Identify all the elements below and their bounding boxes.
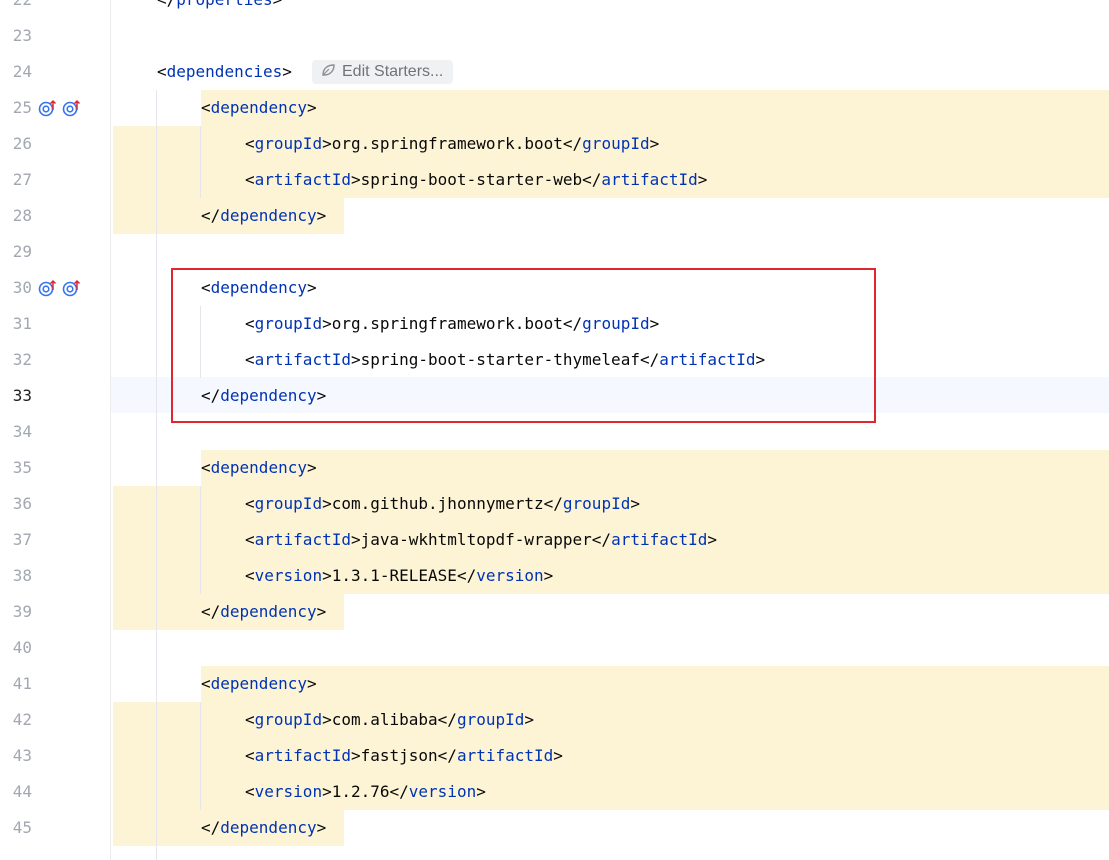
code-line: 26 <groupId>org.springframework.boot</gro… <box>0 126 1109 162</box>
code-text: <artifactId>java-wkhtmltopdf-wrapper</ar… <box>245 530 718 549</box>
code-line: 44 <version>1.2.76</version> <box>0 774 1109 810</box>
edit-starters-inlay[interactable]: Edit Starters... <box>312 60 454 84</box>
line-number: 34 <box>12 422 32 441</box>
line-number: 25 <box>12 98 32 117</box>
code-line: 25 <dependency> <box>0 90 1109 126</box>
line-number: 44 <box>12 782 32 801</box>
line-number: 27 <box>12 170 32 189</box>
line-number: 26 <box>12 134 32 153</box>
code-text: <artifactId>spring-boot-starter-web</art… <box>245 170 708 189</box>
line-number: 42 <box>12 710 32 729</box>
code-line: 45 </dependency> <box>0 810 1109 846</box>
line-number: 41 <box>12 674 32 693</box>
code-line: 42 <groupId>com.alibaba</groupId> <box>0 702 1109 738</box>
line-number: 23 <box>12 26 32 45</box>
line-number: 38 <box>12 566 32 585</box>
line-number: 24 <box>12 62 32 81</box>
line-number: 28 <box>12 206 32 225</box>
line-number: 32 <box>12 350 32 369</box>
code-line: 37 <artifactId>java-wkhtmltopdf-wrapper</… <box>0 522 1109 558</box>
edit-starters-label: Edit Starters... <box>342 63 444 80</box>
line-number: 31 <box>12 314 32 333</box>
code-line: 27 <artifactId>spring-boot-starter-web</a… <box>0 162 1109 198</box>
code-text: <dependencies> <box>157 62 292 81</box>
code-line: 23 <box>0 18 1109 54</box>
spring-leaf-icon <box>320 62 336 83</box>
line-number: 29 <box>12 242 32 261</box>
maven-override-icon[interactable] <box>38 98 58 118</box>
code-text: <groupId>com.github.jhonnymertz</groupId… <box>245 494 640 513</box>
code-line: 36 <groupId>com.github.jhonnymertz</group… <box>0 486 1109 522</box>
line-number: 43 <box>12 746 32 765</box>
code-line: 41 <dependency> <box>0 666 1109 702</box>
code-text: <groupId>com.alibaba</groupId> <box>245 710 535 729</box>
code-text: <dependency> <box>201 98 317 117</box>
code-line-partial: 22 </properties> <box>0 0 1109 18</box>
maven-override-icon[interactable] <box>62 278 82 298</box>
code-text: </dependency> <box>201 206 327 225</box>
code-line: 40 <box>0 630 1109 666</box>
line-number: 39 <box>12 602 32 621</box>
line-number: 35 <box>12 458 32 477</box>
code-line: 29 <box>0 234 1109 270</box>
maven-override-icon[interactable] <box>62 98 82 118</box>
code-line: 38 <version>1.3.1-RELEASE</version> <box>0 558 1109 594</box>
code-text: <groupId>org.springframework.boot</group… <box>245 134 660 153</box>
code-text: <version>1.3.1-RELEASE</version> <box>245 566 554 585</box>
code-text: <dependency> <box>201 458 317 477</box>
code-line: 35 <dependency> <box>0 450 1109 486</box>
code-text: <dependency> <box>201 674 317 693</box>
line-number: 30 <box>12 278 32 297</box>
line-number: 36 <box>12 494 32 513</box>
code-text: <version>1.2.76</version> <box>245 782 486 801</box>
code-text: </dependency> <box>201 602 327 621</box>
code-text: </dependency> <box>201 818 327 837</box>
line-number: 45 <box>12 818 32 837</box>
code-text: </properties> <box>157 0 282 18</box>
code-line: 24 <dependencies> <box>0 54 1109 90</box>
line-number: 37 <box>12 530 32 549</box>
selection-highlight-box <box>171 268 876 423</box>
line-number: 40 <box>12 638 32 657</box>
line-number: 33 <box>12 386 32 405</box>
code-text: <artifactId>fastjson</artifactId> <box>245 746 563 765</box>
line-number: 22 <box>0 0 32 18</box>
code-line: 28 </dependency> <box>0 198 1109 234</box>
code-line: 43 <artifactId>fastjson</artifactId> <box>0 738 1109 774</box>
maven-override-icon[interactable] <box>38 278 58 298</box>
code-line: 39 </dependency> <box>0 594 1109 630</box>
